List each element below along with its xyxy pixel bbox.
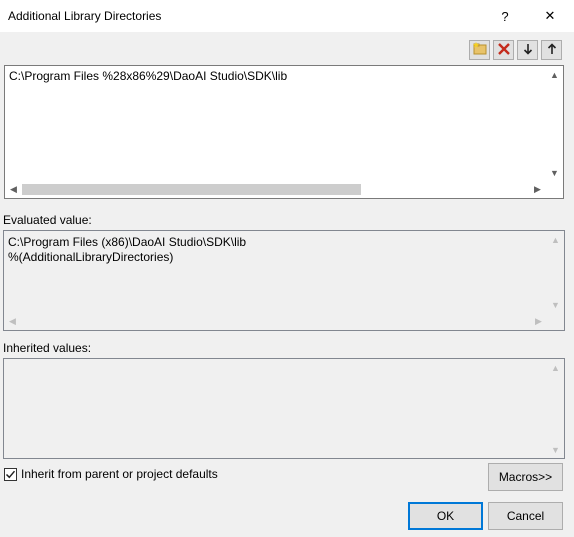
arrow-up-icon (547, 42, 557, 58)
macros-button[interactable]: Macros>> (488, 463, 563, 491)
inherit-label[interactable]: Inherit from parent or project defaults (21, 467, 218, 481)
move-up-button[interactable] (541, 40, 562, 60)
title-bar: Additional Library Directories ? ✕ (0, 0, 574, 32)
evaluated-line: %(AdditionalLibraryDirectories) (8, 250, 174, 264)
scrollbar-thumb[interactable] (22, 184, 361, 195)
editor-line[interactable]: C:\Program Files %28x86%29\DaoAI Studio\… (9, 69, 287, 83)
scroll-left-icon[interactable]: ◀ (5, 181, 22, 198)
inherited-vertical-scrollbar: ▲ ▼ (547, 359, 564, 458)
delete-line-button[interactable] (493, 40, 514, 60)
move-down-button[interactable] (517, 40, 538, 60)
scroll-up-icon[interactable]: ▲ (546, 66, 563, 83)
cancel-button[interactable]: Cancel (488, 502, 563, 530)
evaluated-horizontal-scrollbar: ◀ ▶ (4, 313, 547, 330)
directories-editor[interactable]: C:\Program Files %28x86%29\DaoAI Studio\… (4, 65, 564, 199)
ok-button[interactable]: OK (408, 502, 483, 530)
scroll-right-icon: ▶ (535, 316, 542, 326)
delete-icon (497, 42, 510, 58)
help-button[interactable]: ? (483, 0, 527, 32)
inherit-checkbox[interactable] (4, 467, 17, 481)
editor-vertical-scrollbar[interactable]: ▲ ▼ (546, 66, 563, 181)
evaluated-value-label: Evaluated value: (3, 213, 92, 227)
evaluated-line: C:\Program Files (x86)\DaoAI Studio\SDK\… (8, 235, 247, 249)
editor-horizontal-scrollbar[interactable]: ◀ ▶ (5, 181, 546, 198)
scroll-right-icon[interactable]: ▶ (529, 181, 546, 198)
inherit-option[interactable]: Inherit from parent or project defaults (4, 467, 218, 481)
close-button[interactable]: ✕ (528, 0, 572, 32)
evaluated-vertical-scrollbar: ▲ ▼ (547, 231, 564, 313)
checkmark-icon (5, 470, 16, 478)
scroll-left-icon: ◀ (9, 316, 16, 326)
arrow-down-icon (523, 43, 533, 58)
window-title: Additional Library Directories (8, 9, 162, 23)
scroll-down-icon[interactable]: ▼ (546, 164, 563, 181)
evaluated-value-box: C:\Program Files (x86)\DaoAI Studio\SDK\… (3, 230, 565, 331)
scroll-down-icon: ▼ (551, 299, 560, 310)
new-line-button[interactable] (469, 40, 490, 60)
inherited-values-box: ▲ ▼ (3, 358, 565, 459)
scroll-down-icon: ▼ (551, 444, 560, 455)
new-folder-icon (472, 42, 487, 58)
inherited-values-label: Inherited values: (3, 341, 92, 355)
scroll-up-icon: ▲ (551, 362, 560, 373)
scroll-up-icon: ▲ (551, 234, 560, 245)
editor-toolbar (469, 40, 562, 60)
